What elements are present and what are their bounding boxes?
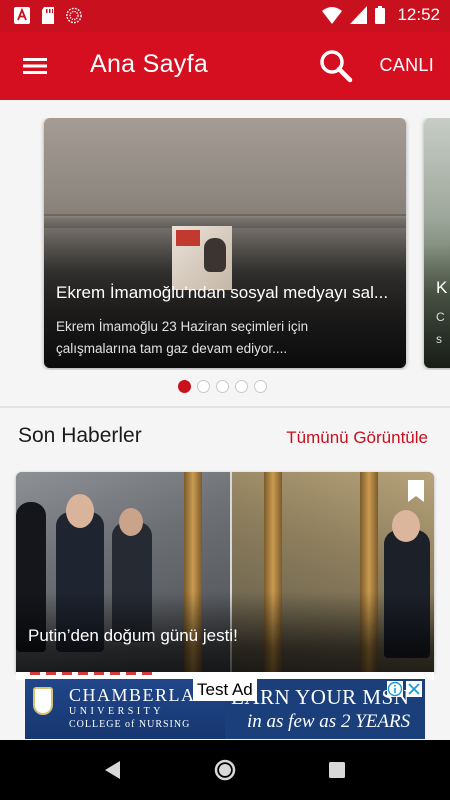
ad-subline: in as few as 2 YEARS <box>247 711 411 732</box>
status-bar: 12:52 <box>0 0 450 32</box>
ad-test-label: Test Ad <box>193 679 257 701</box>
clock: 12:52 <box>397 5 440 24</box>
live-button[interactable]: CANLI <box>379 55 434 76</box>
news-card[interactable]: Putin’den doğum günü jesti! <box>16 472 434 672</box>
carousel-dot[interactable] <box>235 380 248 393</box>
news-image-person-head <box>392 510 420 542</box>
news-image-person-head <box>119 508 143 536</box>
carousel-slide[interactable]: Ekrem İmamoğlu'ndan sosyal medyayı sal..… <box>44 118 406 368</box>
carousel-indicator <box>178 380 267 393</box>
headline-carousel[interactable]: Ekrem İmamoğlu'ndan sosyal medyayı sal..… <box>0 118 450 370</box>
see-all-link[interactable]: Tümünü Görüntüle <box>286 428 428 448</box>
news-title: Putin’den doğum günü jesti! <box>28 626 238 645</box>
dotted-circle-icon <box>66 7 82 24</box>
wifi-icon <box>322 7 343 24</box>
system-nav-bar <box>0 740 450 800</box>
recent-apps-icon[interactable] <box>329 762 345 778</box>
close-icon[interactable] <box>406 681 422 697</box>
ad-university: UNIVERSITY <box>69 706 164 717</box>
info-icon[interactable] <box>387 681 403 697</box>
bookmark-icon[interactable] <box>408 480 424 502</box>
search-icon[interactable] <box>318 48 354 84</box>
slide-image-portrait <box>204 238 226 272</box>
sd-card-icon <box>42 7 54 24</box>
ad-headline: EARN YOUR MSN <box>231 685 410 709</box>
slide-image-banner-logo <box>176 230 200 246</box>
battery-icon <box>375 6 386 24</box>
shield-icon <box>33 687 53 715</box>
carousel-dot-active[interactable] <box>178 380 191 393</box>
slide-title: K <box>436 278 448 297</box>
ad-college: COLLEGE of NURSING <box>69 719 191 730</box>
slide-title: Ekrem İmamoğlu'ndan sosyal medyayı sal..… <box>56 283 389 302</box>
slide-image-bridge <box>44 214 406 216</box>
notification-icons <box>14 7 82 24</box>
news-image-person-head <box>66 494 94 528</box>
slide-description: Ekrem İmamoğlu 23 Haziran seçimleri için… <box>56 319 309 356</box>
section-divider <box>0 406 450 408</box>
carousel-slide-next[interactable]: K C s <box>424 118 450 368</box>
back-icon[interactable] <box>104 760 122 780</box>
app-a-icon <box>14 7 30 24</box>
app-bar: Ana Sayfa CANLI <box>0 32 450 100</box>
slide-description: s <box>436 332 442 346</box>
carousel-dot[interactable] <box>197 380 210 393</box>
home-icon[interactable] <box>214 759 236 781</box>
carousel-dot[interactable] <box>254 380 267 393</box>
carousel-dot[interactable] <box>216 380 229 393</box>
section-title: Son Haberler <box>18 424 142 447</box>
system-icons: 12:52 <box>322 5 440 25</box>
page-title: Ana Sayfa <box>90 50 209 78</box>
signal-icon <box>350 6 368 24</box>
slide-description: C <box>436 310 445 324</box>
menu-icon[interactable] <box>20 52 50 80</box>
slide-image <box>424 118 450 368</box>
news-category-fragment <box>30 672 156 675</box>
ad-banner[interactable]: CHAMBERLAIN UNIVERSITY COLLEGE of NURSIN… <box>25 679 425 739</box>
